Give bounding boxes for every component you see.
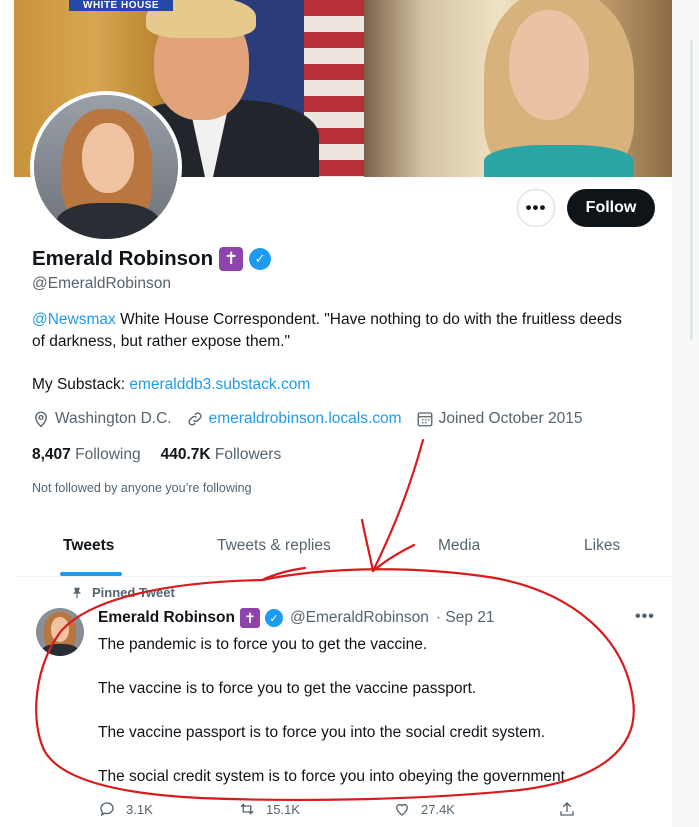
share-icon <box>560 802 574 816</box>
share-button[interactable] <box>558 800 576 818</box>
profile-meta: Washington D.C. emeraldrobinson.locals.c… <box>32 410 596 428</box>
scrollbar-thumb[interactable] <box>690 40 693 340</box>
profile-page: WHITE HOUSE ••• Follow Emerald Robinson … <box>14 0 672 827</box>
tab-tweets-replies[interactable]: Tweets & replies <box>217 537 331 555</box>
profile-bio: @Newsmax White House Correspondent. "Hav… <box>32 309 632 353</box>
tab-tweets[interactable]: Tweets <box>63 537 114 555</box>
tweet-date[interactable]: · Sep 21 <box>436 609 495 627</box>
tweet-author-handle[interactable]: @EmeraldRobinson <box>290 609 429 627</box>
tweet-more-button[interactable]: ••• <box>635 608 655 626</box>
tweet-text: The pandemic is to force you to get the … <box>98 634 658 810</box>
location-icon <box>35 411 47 428</box>
like-count: 27.4K <box>421 801 455 817</box>
tab-likes[interactable]: Likes <box>584 537 620 555</box>
like-button[interactable]: 27.4K <box>393 800 455 818</box>
tab-media[interactable]: Media <box>438 537 480 555</box>
tweet-paragraph: The vaccine passport is to force you int… <box>98 724 546 741</box>
tweet-author-name[interactable]: Emerald Robinson <box>98 609 235 627</box>
retweet-icon <box>240 803 254 815</box>
followers-label: Followers <box>214 446 282 463</box>
following-label: Following <box>75 446 141 463</box>
calendar-icon <box>417 412 433 427</box>
retweet-count: 15.1K <box>266 801 300 817</box>
pin-icon <box>72 587 82 598</box>
substack-label: My Substack: <box>32 376 130 393</box>
website-item: emeraldrobinson.locals.com <box>186 410 402 428</box>
following-count: 8,407 <box>32 446 71 463</box>
active-tab-indicator <box>60 572 122 576</box>
tweet-paragraph: The social credit system is to force you… <box>98 768 570 785</box>
profile-tabs: Tweets Tweets & replies Media Likes <box>14 520 672 577</box>
banner-caption: WHITE HOUSE <box>69 0 174 11</box>
location-item: Washington D.C. <box>32 410 172 428</box>
pinned-indicator: Pinned Tweet <box>70 585 175 600</box>
substack-link[interactable]: emeralddb3.substack.com <box>129 376 310 393</box>
tweet-paragraph: The vaccine is to force you to get the v… <box>98 680 477 697</box>
display-name: Emerald Robinson <box>32 247 214 270</box>
verified-badge-icon: ✓ <box>264 609 283 627</box>
profile-name: Emerald Robinson ✝ ✓ <box>32 247 272 271</box>
bio-mention-link[interactable]: @Newsmax <box>32 311 116 328</box>
retweet-button[interactable]: 15.1K <box>238 800 300 818</box>
tweet-actions: 3.1K 15.1K 27.4K <box>98 800 578 824</box>
not-followed-note: Not followed by anyone you’re following <box>32 481 252 495</box>
scrollbar-track[interactable] <box>672 0 699 827</box>
more-options-button[interactable]: ••• <box>517 189 555 227</box>
reply-count: 3.1K <box>126 801 153 817</box>
tweet-paragraph: The pandemic is to force you to get the … <box>98 636 428 653</box>
website-link[interactable]: emeraldrobinson.locals.com <box>209 410 402 428</box>
joined-text: Joined October 2015 <box>438 410 583 427</box>
follow-stats: 8,407 Following 440.7K Followers <box>32 446 281 464</box>
bio-text: White House Correspondent. "Have nothing… <box>32 311 622 350</box>
pinned-label: Pinned Tweet <box>92 585 175 600</box>
followers-stat[interactable]: 440.7K Followers <box>161 446 282 464</box>
tweet-avatar[interactable] <box>36 608 84 656</box>
tweet-header: Emerald Robinson ✝ ✓ @EmeraldRobinson · … <box>98 608 495 628</box>
reply-button[interactable]: 3.1K <box>98 800 153 818</box>
verified-badge-icon[interactable]: ✓ <box>249 248 272 270</box>
profile-avatar[interactable] <box>30 91 182 243</box>
location-text: Washington D.C. <box>55 410 172 427</box>
cross-emoji-icon: ✝ <box>239 608 260 628</box>
substack-line: My Substack: emeralddb3.substack.com <box>32 376 310 394</box>
follow-button[interactable]: Follow <box>567 189 655 227</box>
link-icon <box>188 412 202 426</box>
profile-handle: @EmeraldRobinson <box>32 275 171 292</box>
following-stat[interactable]: 8,407 Following <box>32 446 141 464</box>
reply-icon <box>100 802 114 817</box>
like-icon <box>396 803 408 816</box>
cross-emoji-icon: ✝ <box>219 247 244 271</box>
followers-count: 440.7K <box>160 446 211 463</box>
joined-item: Joined October 2015 <box>416 410 583 428</box>
